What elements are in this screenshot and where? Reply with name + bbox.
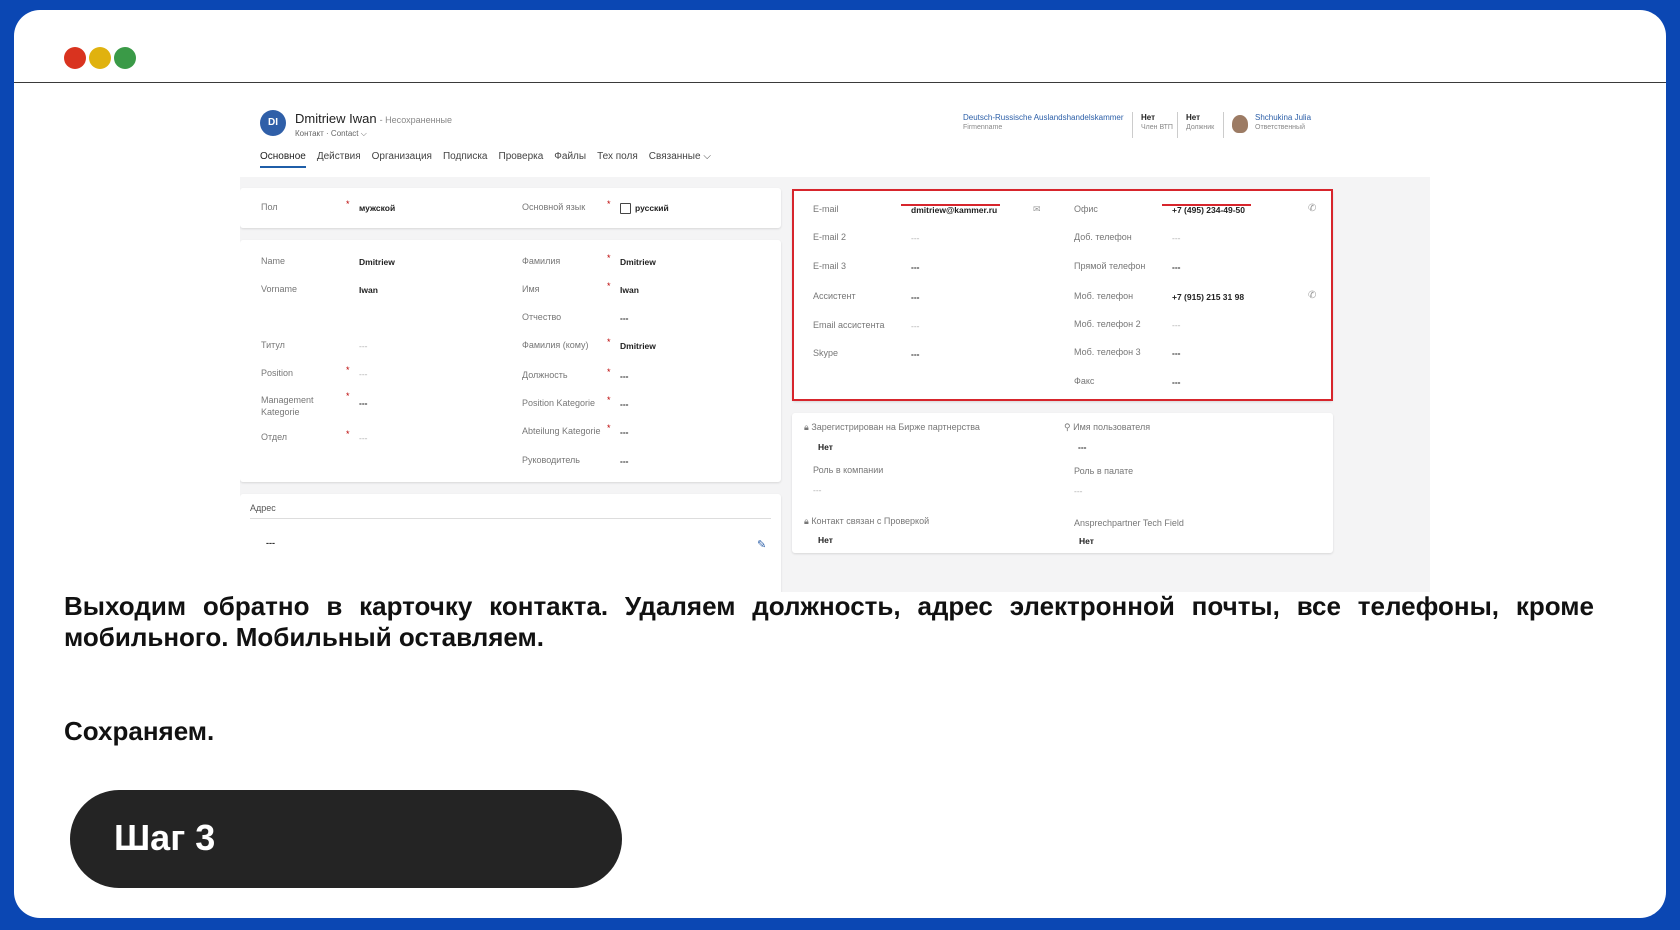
highlight-box (792, 189, 1333, 401)
minimize-dot-icon[interactable] (89, 47, 111, 69)
office-phone-underline (1162, 204, 1251, 206)
crm-screenshot: DI Dmitriew Iwan - Несохраненные Контакт … (240, 95, 1430, 592)
divider (1177, 112, 1178, 138)
header-member: Нет Член ВТП (1141, 113, 1173, 131)
instruction-text: Выходим обратно в карточку контакта. Уда… (64, 591, 1594, 652)
lock-icon: 🔒︎ (804, 422, 809, 432)
tab-main[interactable]: Основное (260, 151, 306, 168)
extra-panel: 🔒︎ Зарегистрирован на Бирже партнерства Н… (792, 413, 1333, 553)
divider (250, 518, 771, 519)
address-title: Адрес (250, 503, 276, 513)
tab-bar: Основное Действия Организация Подписка Прове… (260, 151, 722, 168)
save-text: Сохраняем. (64, 716, 215, 746)
general-panel: Пол * мужской Основной язык * русский (240, 188, 781, 228)
header-owner[interactable]: Shchukina Julia Ответственный (1255, 113, 1311, 131)
maximize-dot-icon[interactable] (114, 47, 136, 69)
owner-avatar (1232, 115, 1248, 133)
form-selector[interactable]: Контакт · Contact ⌵ (295, 129, 367, 139)
names-panel: Name Dmitriew Vorname Iwan Титул --- Positi… (240, 240, 781, 482)
header-debtor: Нет Должник (1186, 113, 1215, 131)
user-search-icon: ⚲ (1064, 422, 1071, 432)
window-titlebar (14, 10, 1666, 83)
header-company[interactable]: Deutsch-Russische Auslandshandelskammer F… (963, 113, 1124, 131)
divider (1223, 112, 1224, 138)
email-underline (901, 204, 1000, 206)
tab-tech-fields[interactable]: Тех поля (597, 151, 638, 162)
record-name: Dmitriew Iwan (295, 111, 377, 126)
record-header: DI Dmitriew Iwan - Несохраненные Контакт … (240, 95, 1430, 177)
divider (1132, 112, 1133, 138)
record-title: Dmitriew Iwan - Несохраненные (295, 111, 452, 126)
step-label: Шаг 3 (114, 817, 216, 858)
unsaved-label: - Несохраненные (379, 115, 453, 125)
step-badge: Шаг 3 (70, 790, 622, 888)
avatar: DI (260, 110, 286, 136)
tab-check[interactable]: Проверка (499, 151, 544, 162)
tab-actions[interactable]: Действия (317, 151, 361, 162)
tab-related[interactable]: Связанные ⌵ (649, 151, 711, 162)
lock-icon: 🔒︎ (804, 516, 809, 526)
tab-files[interactable]: Файлы (554, 151, 586, 162)
edit-pencil-icon[interactable]: ✎ (757, 538, 766, 551)
tab-subscription[interactable]: Подписка (443, 151, 488, 162)
close-dot-icon[interactable] (64, 47, 86, 69)
tab-organization[interactable]: Организация (372, 151, 432, 162)
address-panel: Адрес --- ✎ (240, 494, 781, 592)
language-icon (620, 203, 631, 215)
